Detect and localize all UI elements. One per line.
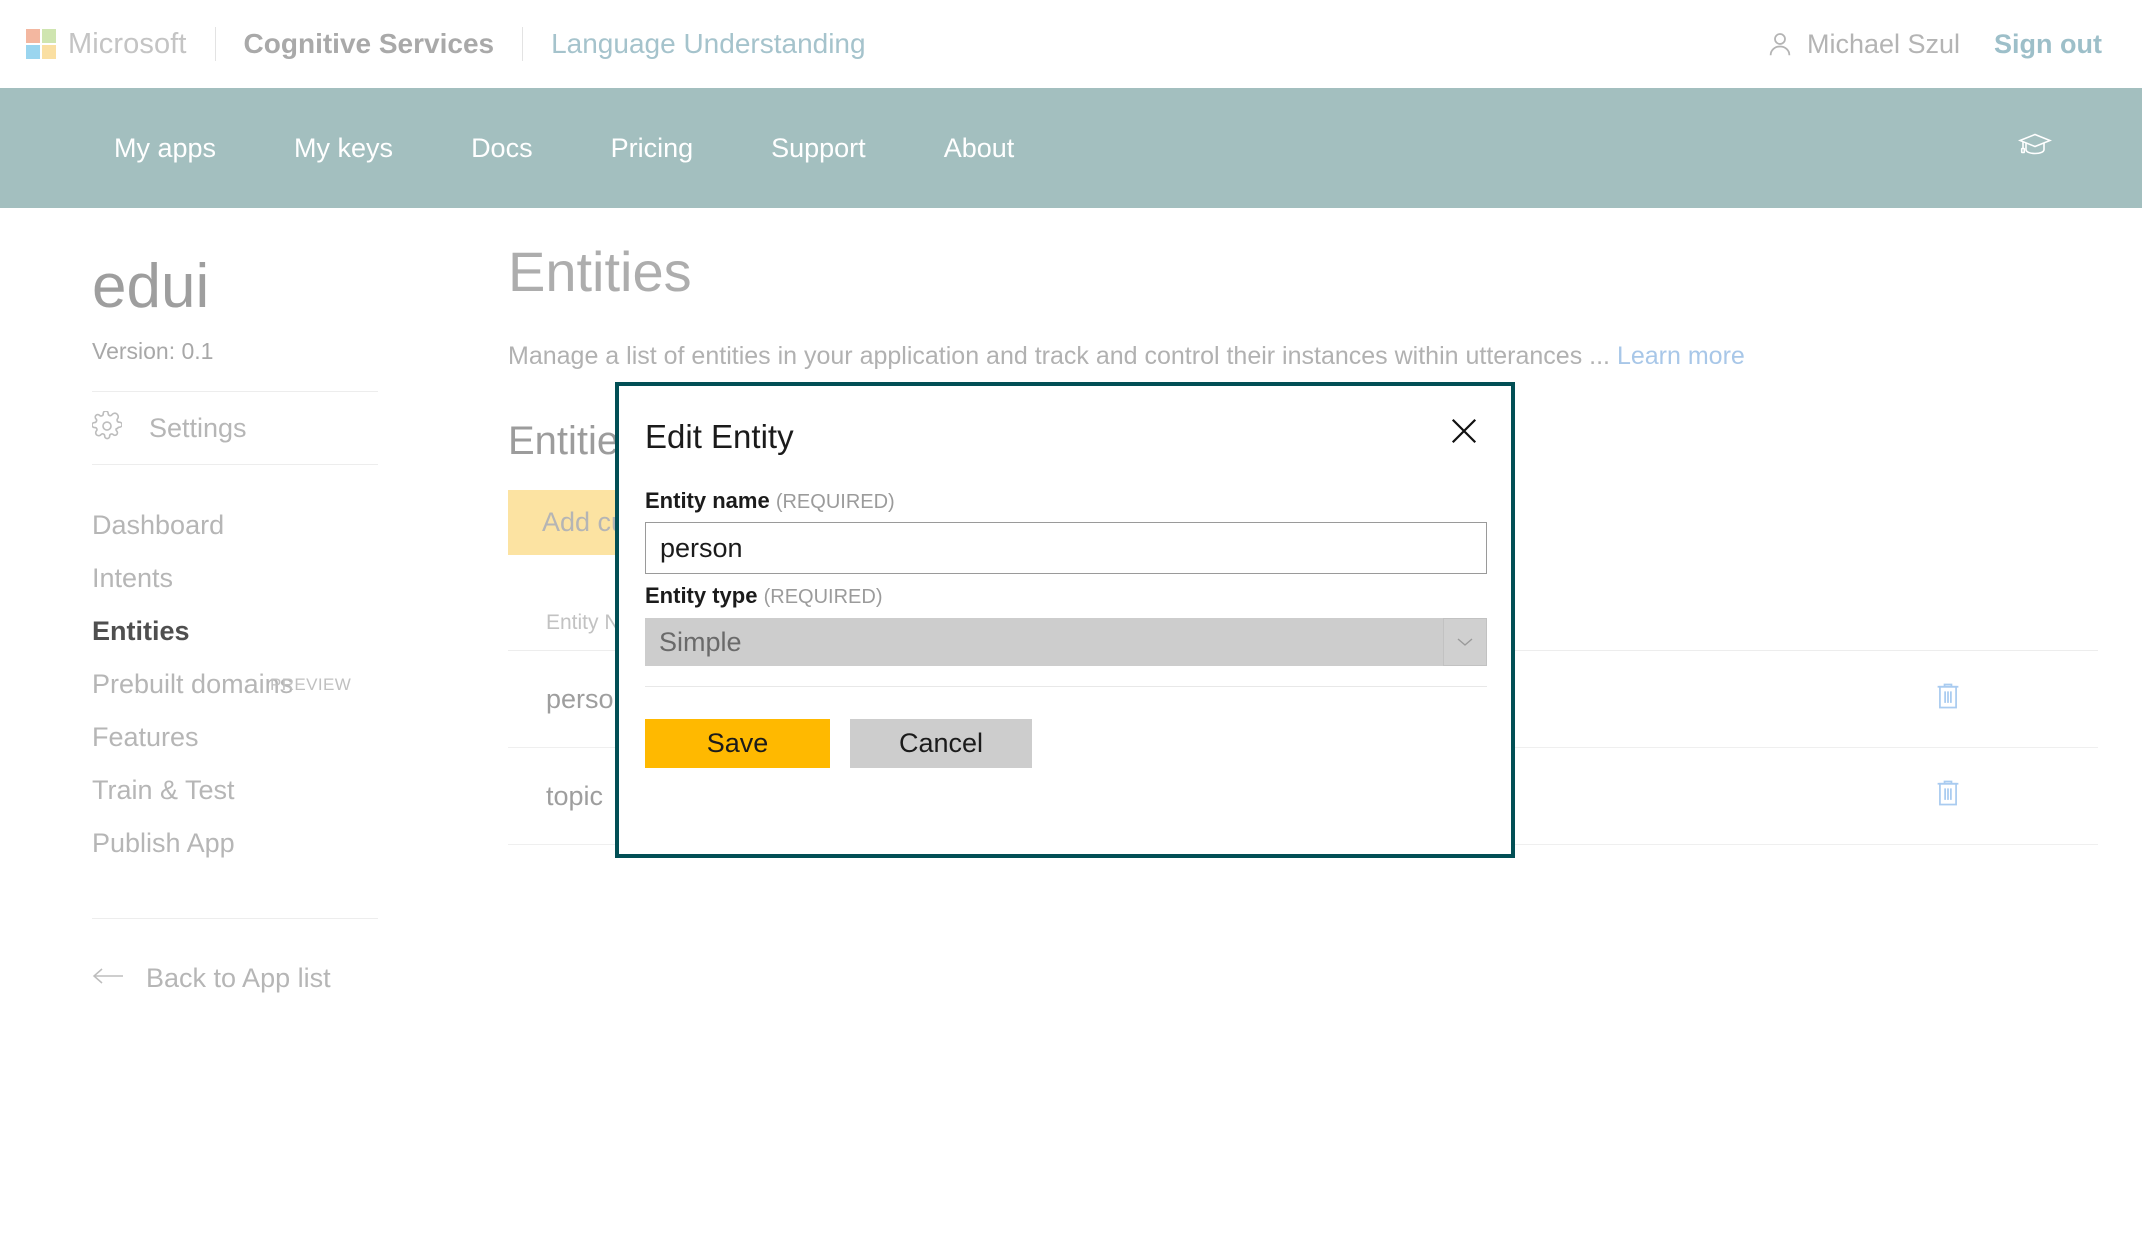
graduation-cap-icon[interactable] xyxy=(2017,132,2053,165)
dialog-title: Edit Entity xyxy=(645,418,794,455)
sidebar-item-label-settings: Settings xyxy=(149,412,247,443)
sidebar-item-label-prebuilt-domains: Prebuilt domains xyxy=(92,669,294,699)
product-name-link[interactable]: Language Understanding xyxy=(551,28,865,60)
entity-name-required-tag: (REQUIRED) xyxy=(775,491,895,513)
trash-icon xyxy=(1934,778,1962,815)
dialog-actions: Save Cancel xyxy=(645,719,1032,768)
sidebar-divider-mid xyxy=(92,464,378,465)
arrow-left-icon xyxy=(92,966,124,991)
gear-icon xyxy=(91,409,123,446)
entity-type-select-wrapper: SimpleHierarchicalCompositeListRegex xyxy=(645,618,1487,666)
sidebar-divider-bottom xyxy=(92,918,378,919)
sidebar-item-settings[interactable]: Settings xyxy=(91,392,470,464)
dialog-divider xyxy=(645,686,1487,687)
entity-name-label-text: Entity name xyxy=(645,488,770,513)
page-title: Entities xyxy=(508,240,692,303)
page-description-text: Manage a list of entities in your applic… xyxy=(508,342,1610,370)
sidebar-nav-list: Dashboard Intents Entities Prebuilt doma… xyxy=(0,499,470,870)
app-name: edui xyxy=(92,252,210,321)
sidebar-item-publish-app[interactable]: Publish App xyxy=(92,817,470,870)
entity-name-label: Entity name (REQUIRED) xyxy=(645,488,895,514)
trash-icon xyxy=(1934,681,1962,718)
entity-name-input[interactable] xyxy=(645,522,1487,574)
nav-item-docs[interactable]: Docs xyxy=(471,133,533,164)
sidebar-item-intents[interactable]: Intents xyxy=(92,552,470,605)
cancel-button[interactable]: Cancel xyxy=(850,719,1032,768)
save-button[interactable]: Save xyxy=(645,719,830,768)
nav-items: My apps My keys Docs Pricing Support Abo… xyxy=(114,133,1092,164)
delete-entity-button[interactable] xyxy=(1934,778,2060,815)
learn-more-link[interactable]: Learn more xyxy=(1617,342,1745,370)
sidebar-item-prebuilt-domains[interactable]: Prebuilt domains PREVIEW xyxy=(92,658,470,711)
entity-type-label-text: Entity type xyxy=(645,583,758,608)
sidebar-item-dashboard[interactable]: Dashboard xyxy=(92,499,470,552)
sidebar-item-features[interactable]: Features xyxy=(92,711,470,764)
entity-type-label: Entity type (REQUIRED) xyxy=(645,583,882,609)
top-header: Microsoft Cognitive Services Language Un… xyxy=(0,0,2142,88)
preview-badge: PREVIEW xyxy=(270,675,352,694)
sidebar-item-train-test[interactable]: Train & Test xyxy=(92,764,470,817)
sidebar: edui Version: 0.1 Settings Dashboard Int… xyxy=(0,208,470,1242)
page-description: Manage a list of entities in your applic… xyxy=(508,342,2142,371)
nav-item-pricing[interactable]: Pricing xyxy=(611,133,694,164)
delete-entity-button[interactable] xyxy=(1934,681,2060,718)
header-right-group: Michael Szul Sign out xyxy=(1765,0,2102,88)
microsoft-brand[interactable]: Microsoft xyxy=(26,28,187,61)
user-name-label: Michael Szul xyxy=(1806,28,1961,59)
nav-item-support[interactable]: Support xyxy=(771,133,866,164)
nav-item-about[interactable]: About xyxy=(944,133,1015,164)
main-nav-bar: My apps My keys Docs Pricing Support Abo… xyxy=(0,88,2142,208)
app-version-label: Version: 0.1 xyxy=(92,338,214,364)
sign-out-link[interactable]: Sign out xyxy=(1994,29,2102,60)
nav-item-my-keys[interactable]: My keys xyxy=(294,133,393,164)
entity-type-select[interactable]: SimpleHierarchicalCompositeListRegex xyxy=(645,618,1487,666)
back-to-app-list-label: Back to App list xyxy=(146,963,331,993)
microsoft-logo-icon xyxy=(26,29,56,59)
nav-item-my-apps[interactable]: My apps xyxy=(114,133,216,164)
sidebar-item-entities[interactable]: Entities xyxy=(92,605,470,658)
cognitive-services-label: Cognitive Services xyxy=(243,28,495,59)
header-divider-2 xyxy=(522,27,524,61)
back-to-app-list-link[interactable]: Back to App list xyxy=(92,963,470,994)
microsoft-wordmark: Microsoft xyxy=(68,27,187,60)
header-divider-1 xyxy=(214,27,216,61)
edit-entity-dialog: Edit Entity Entity name (REQUIRED) Entit… xyxy=(615,382,1515,858)
person-icon xyxy=(1765,29,1795,59)
entity-type-required-tag: (REQUIRED) xyxy=(763,586,883,608)
close-icon[interactable] xyxy=(1441,408,1487,454)
